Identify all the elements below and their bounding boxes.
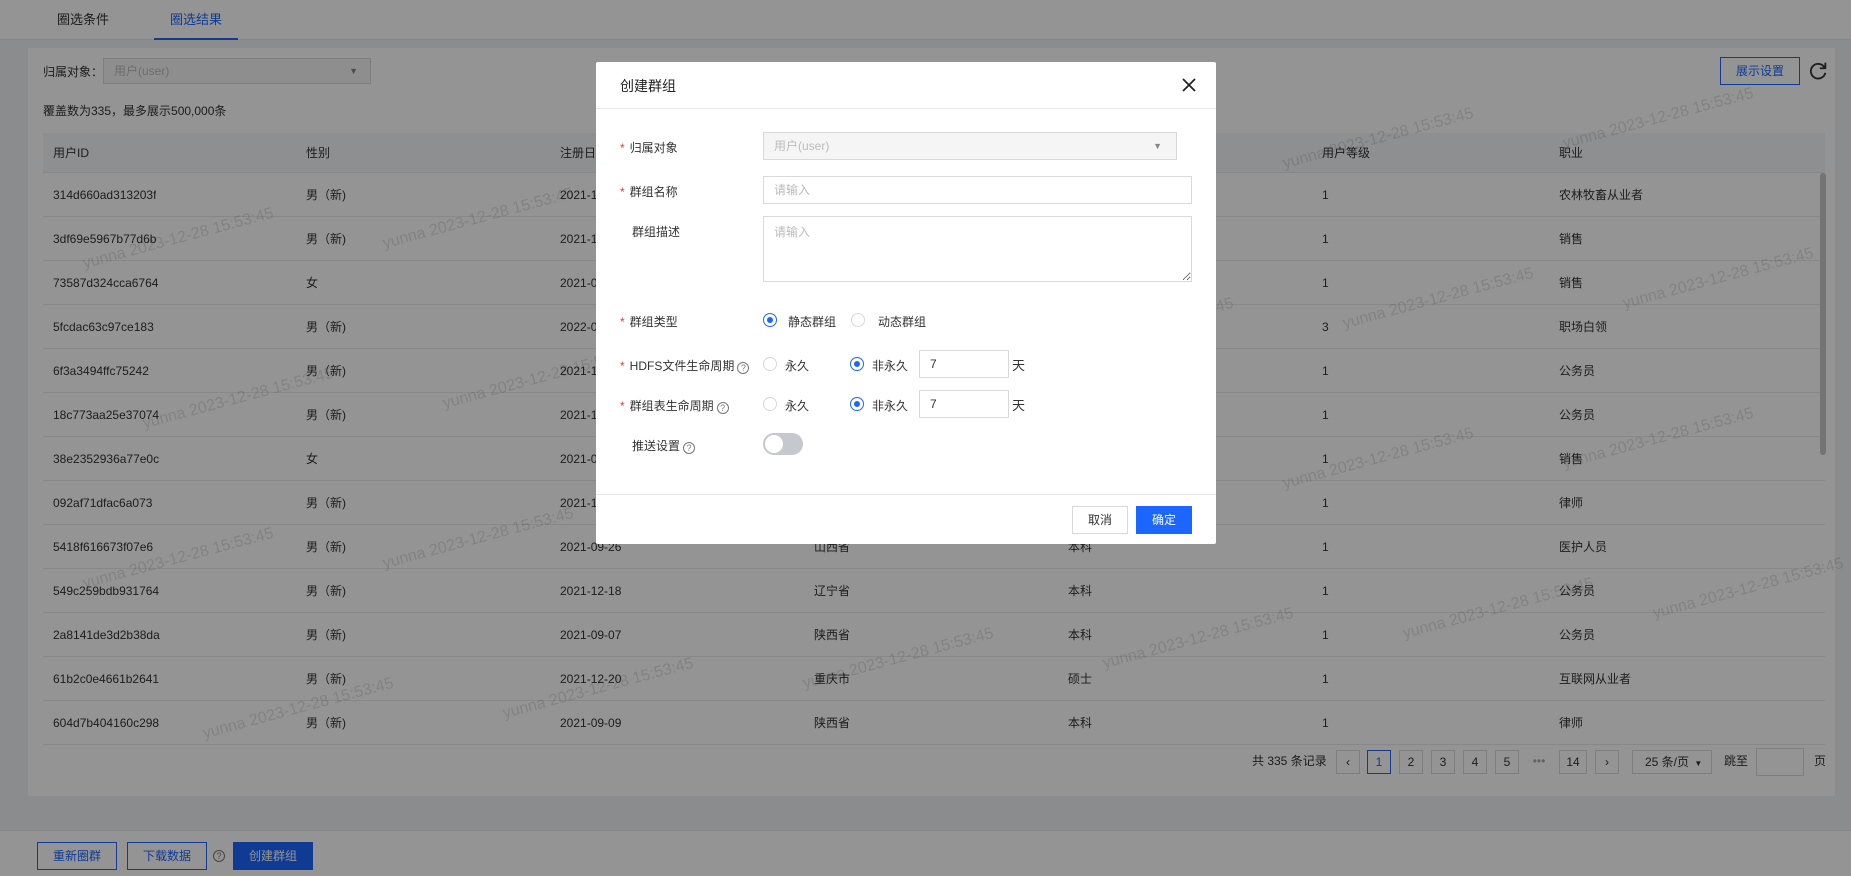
static-group-label[interactable]: 静态群组 bbox=[788, 313, 836, 330]
owner-field-label: * 归属对象 bbox=[620, 141, 678, 155]
dialog-footer-divider bbox=[596, 494, 1216, 495]
owner-select[interactable]: 用户(user) ▼ bbox=[763, 132, 1177, 160]
radio-static-group[interactable] bbox=[763, 313, 777, 327]
radio-hdfs-permanent[interactable] bbox=[763, 357, 777, 371]
caret-down-icon: ▼ bbox=[1153, 141, 1162, 151]
help-icon[interactable]: ? bbox=[716, 402, 729, 414]
owner-select-value: 用户(user) bbox=[774, 139, 830, 153]
confirm-button[interactable]: 确定 bbox=[1136, 506, 1192, 534]
table-permanent-label[interactable]: 永久 bbox=[785, 397, 809, 414]
table-days-input[interactable]: 7 bbox=[919, 390, 1009, 418]
group-name-input[interactable] bbox=[763, 176, 1192, 204]
hdfs-days-unit: 天 bbox=[1012, 358, 1026, 373]
cancel-button[interactable]: 取消 bbox=[1072, 506, 1128, 534]
radio-hdfs-nonpermanent[interactable] bbox=[850, 357, 864, 371]
table-nonpermanent-label[interactable]: 非永久 bbox=[872, 397, 908, 414]
radio-dynamic-group[interactable] bbox=[851, 313, 865, 327]
dialog-header-divider bbox=[596, 108, 1216, 109]
radio-table-permanent[interactable] bbox=[763, 397, 777, 411]
push-settings-label: 推送设置? bbox=[620, 437, 696, 454]
help-icon[interactable]: ? bbox=[683, 442, 696, 454]
dialog-title: 创建群组 bbox=[620, 78, 676, 94]
group-desc-textarea[interactable] bbox=[763, 216, 1192, 282]
dynamic-group-label[interactable]: 动态群组 bbox=[878, 313, 926, 330]
close-icon[interactable] bbox=[1178, 74, 1200, 96]
table-days-unit: 天 bbox=[1012, 398, 1026, 413]
create-group-dialog: 创建群组 *归属对象 用户(user) ▼ *群组名称 群组描述 *群组类型 静… bbox=[596, 62, 1216, 544]
hdfs-days-input[interactable]: 7 bbox=[919, 350, 1009, 378]
table-lifecycle-label: * 群组表生命周期? bbox=[620, 397, 729, 414]
group-type-label: * 群组类型 bbox=[620, 315, 678, 329]
push-settings-toggle[interactable] bbox=[763, 433, 803, 455]
group-desc-label: 群组描述 bbox=[632, 225, 681, 239]
hdfs-lifecycle-label: * HDFS文件生命周期? bbox=[620, 357, 750, 374]
radio-table-nonpermanent[interactable] bbox=[850, 397, 864, 411]
hdfs-permanent-label[interactable]: 永久 bbox=[785, 357, 809, 374]
help-icon[interactable]: ? bbox=[737, 362, 750, 374]
group-name-label: * 群组名称 bbox=[620, 185, 678, 199]
hdfs-nonpermanent-label[interactable]: 非永久 bbox=[872, 357, 908, 374]
